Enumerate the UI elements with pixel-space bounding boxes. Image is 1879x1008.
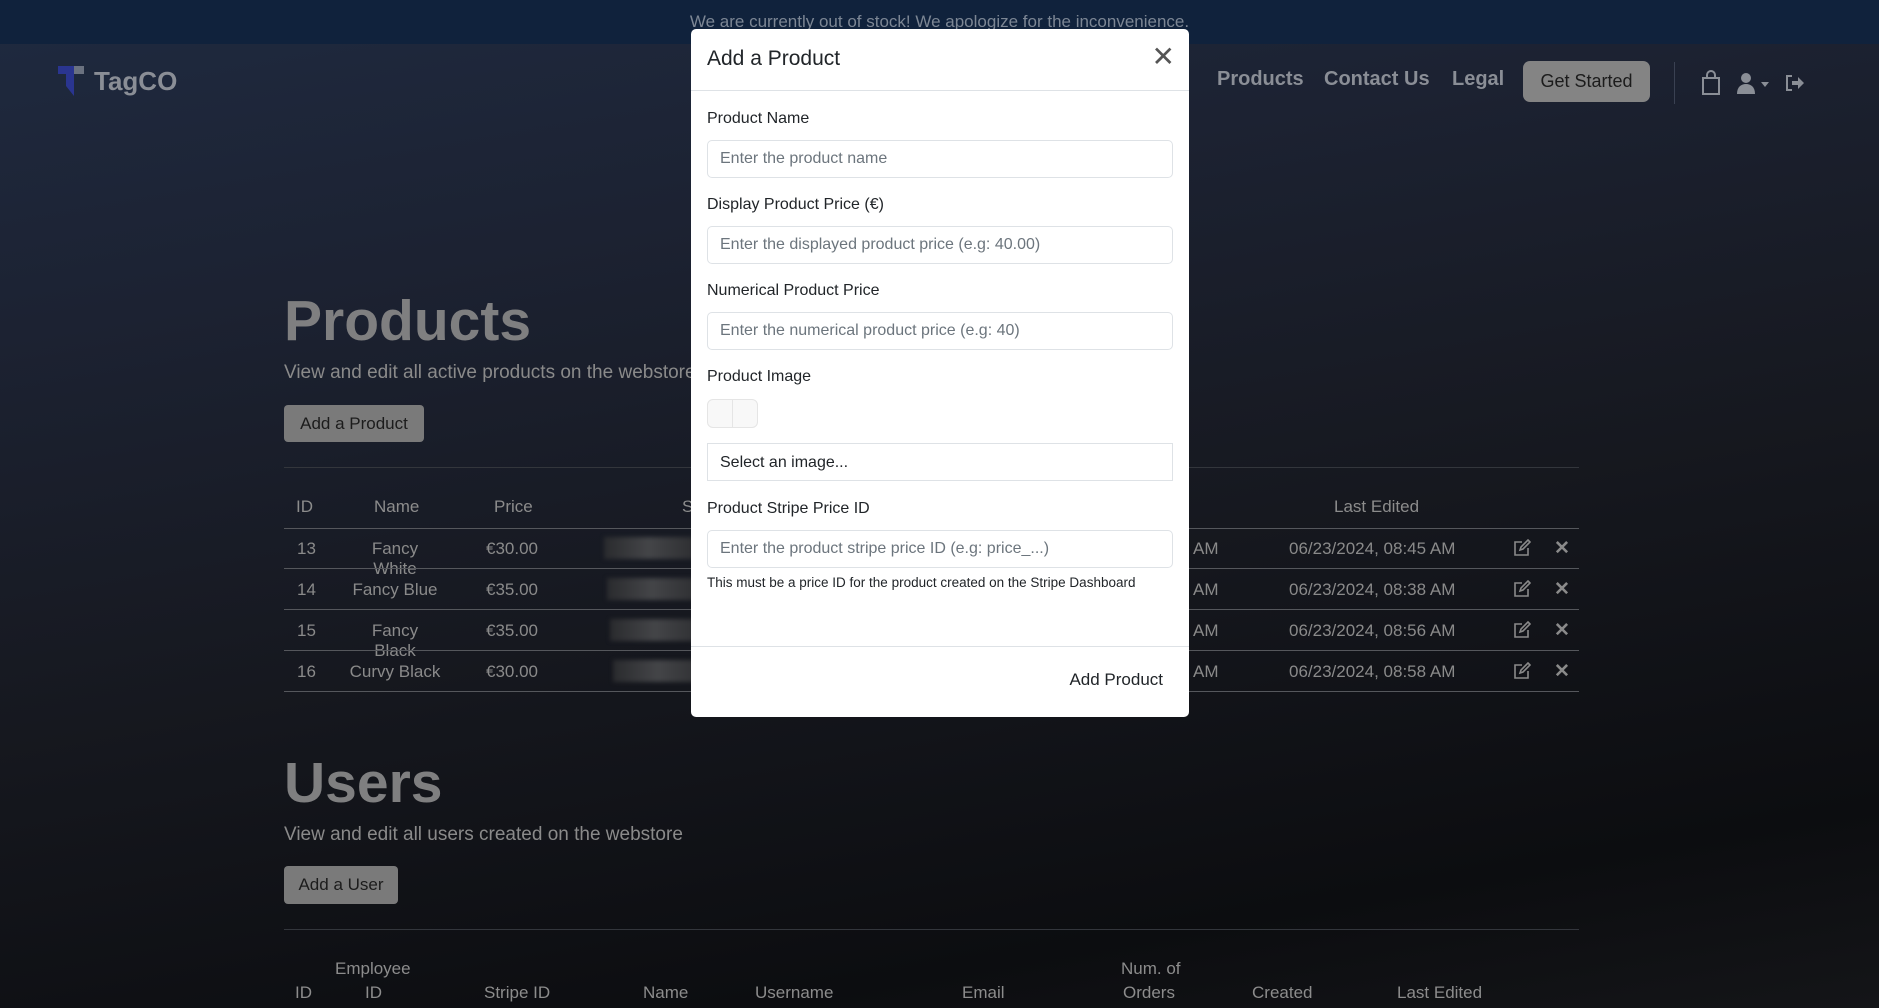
- user-menu-icon[interactable]: [1735, 72, 1773, 94]
- image-preview-toggle[interactable]: [707, 399, 758, 428]
- cell-created: AM: [1193, 580, 1219, 599]
- delete-icon[interactable]: ✕: [1554, 660, 1570, 683]
- th-orders: Num. of: [1121, 959, 1181, 978]
- edit-icon[interactable]: [1513, 539, 1531, 557]
- add-user-button[interactable]: Add a User: [284, 866, 398, 904]
- th-name: Name: [643, 983, 689, 1002]
- cell-name: Curvy Black: [349, 662, 441, 681]
- cell-id: 16: [297, 662, 316, 681]
- th-orders-2: Orders: [1123, 983, 1175, 1002]
- cell-price: €30.00: [486, 662, 538, 681]
- products-title: Products: [284, 289, 532, 353]
- delete-icon[interactable]: ✕: [1554, 578, 1570, 601]
- users-title: Users: [284, 751, 443, 815]
- cell-last-edited: 06/23/2024, 08:58 AM: [1289, 662, 1456, 681]
- brand-logo[interactable]: TagCO: [56, 64, 177, 98]
- cell-id: 15: [297, 621, 316, 640]
- delete-icon[interactable]: ✕: [1554, 619, 1570, 642]
- nav-contact-us[interactable]: Contact Us: [1324, 68, 1430, 91]
- cell-last-edited: 06/23/2024, 08:38 AM: [1289, 580, 1456, 599]
- th-stripe-id: Stripe ID: [484, 983, 551, 1002]
- display-price-label: Display Product Price (€): [707, 196, 884, 213]
- products-subtitle: View and edit all active products on the…: [284, 362, 696, 383]
- th-username: Username: [755, 983, 834, 1002]
- cell-stripe-id-redacted: [607, 578, 697, 600]
- image-select[interactable]: Select an image...: [707, 443, 1173, 481]
- cell-last-edited: 06/23/2024, 08:45 AM: [1289, 539, 1456, 558]
- cell-id: 13: [297, 539, 316, 558]
- th-employee-id-2: ID: [365, 983, 382, 1002]
- stripe-help-text: This must be a price ID for the product …: [707, 575, 1136, 590]
- th-name: Name: [374, 497, 420, 516]
- th-id: ID: [295, 983, 312, 1002]
- nav-legal[interactable]: Legal: [1452, 68, 1504, 91]
- stripe-price-label: Product Stripe Price ID: [707, 500, 870, 517]
- cell-stripe-id-redacted: [604, 537, 694, 559]
- cell-created: AM: [1193, 662, 1219, 681]
- product-name-input[interactable]: [707, 140, 1173, 178]
- nav-products[interactable]: Products: [1217, 68, 1304, 91]
- product-name-label: Product Name: [707, 110, 810, 127]
- delete-icon[interactable]: ✕: [1554, 537, 1570, 560]
- stripe-price-input[interactable]: [707, 530, 1173, 568]
- tagco-logo-icon: [58, 66, 84, 96]
- numerical-price-label: Numerical Product Price: [707, 282, 880, 299]
- cart-icon[interactable]: [1701, 70, 1721, 96]
- modal-header: Add a Product ✕: [691, 29, 1189, 91]
- cell-price: €30.00: [486, 539, 538, 558]
- th-employee-id: Employee: [335, 959, 411, 978]
- cell-price: €35.00: [486, 621, 538, 640]
- th-price: Price: [494, 497, 533, 516]
- numerical-price-input[interactable]: [707, 312, 1173, 350]
- divider: [284, 929, 1579, 930]
- th-id: ID: [296, 497, 313, 516]
- cell-id: 14: [297, 580, 316, 599]
- logout-icon[interactable]: [1785, 74, 1805, 92]
- cell-stripe-id-redacted: [613, 660, 703, 682]
- cell-created: AM: [1193, 539, 1219, 558]
- th-last-edited: Last Edited: [1334, 497, 1420, 516]
- product-image-label: Product Image: [707, 368, 812, 385]
- add-product-button[interactable]: Add a Product: [284, 405, 424, 442]
- th-last-edited: Last Edited: [1397, 983, 1483, 1002]
- nav-divider: [1674, 62, 1675, 104]
- edit-icon[interactable]: [1513, 621, 1531, 639]
- display-price-input[interactable]: [707, 226, 1173, 264]
- th-email: Email: [962, 983, 1005, 1002]
- add-product-submit-button[interactable]: Add Product: [1069, 670, 1163, 690]
- modal-title: Add a Product: [707, 47, 841, 70]
- cell-name: Fancy Black: [371, 621, 419, 660]
- edit-icon[interactable]: [1513, 580, 1531, 598]
- cell-stripe-id-redacted: [610, 619, 700, 641]
- edit-icon[interactable]: [1513, 662, 1531, 680]
- cell-last-edited: 06/23/2024, 08:56 AM: [1289, 621, 1456, 640]
- close-icon[interactable]: ✕: [1152, 43, 1175, 71]
- add-product-modal: Add a Product ✕ Product Name Display Pro…: [691, 29, 1189, 717]
- users-subtitle: View and edit all users created on the w…: [284, 824, 683, 845]
- modal-footer-divider: [691, 646, 1189, 647]
- get-started-button[interactable]: Get Started: [1523, 61, 1650, 102]
- cell-created: AM: [1193, 621, 1219, 640]
- th-created: Created: [1252, 983, 1313, 1002]
- cell-price: €35.00: [486, 580, 538, 599]
- cell-name: Fancy Blue: [352, 580, 438, 599]
- cell-name: Fancy White: [371, 539, 419, 578]
